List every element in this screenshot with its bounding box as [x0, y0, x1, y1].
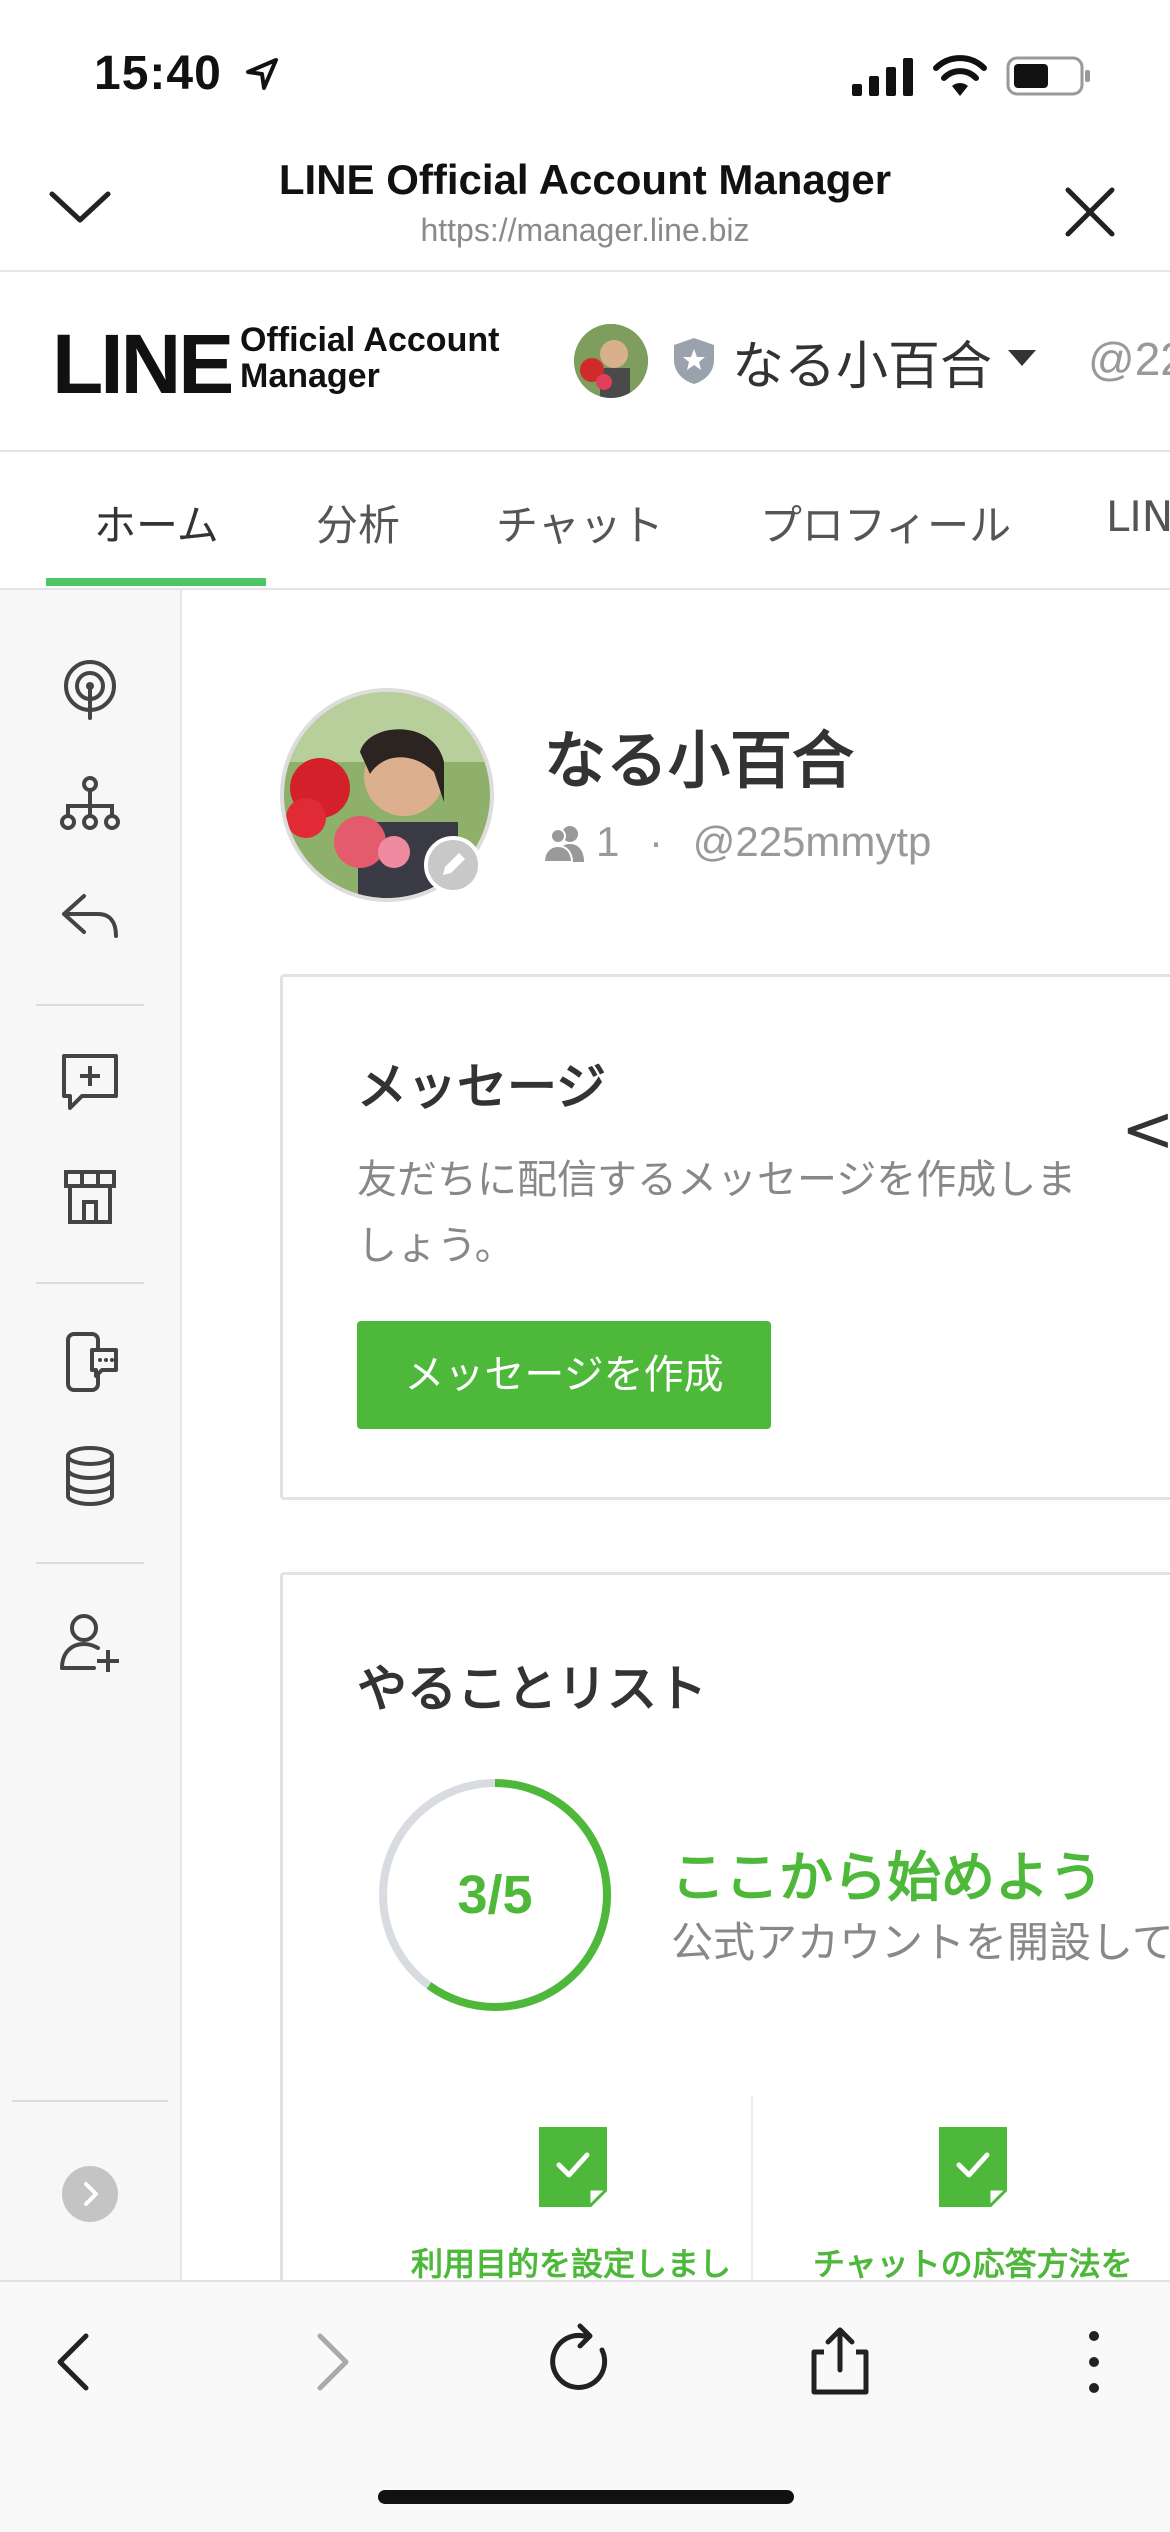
todo-card: やることリスト 3/5 ここから始めよう 公式アカウントを開設して 利用目的を設…	[280, 1572, 1170, 2280]
todo-item-divider	[751, 2095, 753, 2280]
todo-heading: ここから始めよう	[671, 1846, 1103, 1909]
add-friend-icon[interactable]	[58, 1610, 122, 1674]
edit-profile-button[interactable]	[424, 836, 482, 894]
phone-chat-icon[interactable]	[58, 1330, 122, 1394]
home-indicator	[378, 2490, 794, 2504]
tab-analytics[interactable]: 分析	[316, 492, 400, 553]
message-card-title: メッセージ	[357, 1058, 606, 1116]
close-icon[interactable]	[1054, 176, 1126, 248]
avatar-photo	[574, 324, 648, 398]
browser-header: LINE Official Account Manager https://ma…	[0, 140, 1170, 272]
active-tab-indicator	[46, 578, 266, 586]
sidebar-divider	[36, 1562, 144, 1564]
caret-down-icon[interactable]	[1008, 350, 1036, 366]
main-content: なる小百合 1 · @225mmytp メッセージ 友だちに配信するメッセージを…	[184, 592, 1170, 2280]
sidebar-divider	[12, 2100, 168, 2102]
tab-home[interactable]: ホーム	[94, 492, 219, 553]
database-icon[interactable]	[58, 1444, 122, 1508]
reload-icon[interactable]	[544, 2322, 624, 2402]
back-arrow-icon[interactable]	[36, 2322, 116, 2402]
app-header: LINE Official Account Manager なる小百合 @22	[0, 272, 1170, 452]
share-icon[interactable]	[800, 2322, 880, 2402]
forward-arrow-icon[interactable]	[290, 2322, 370, 2402]
progress-label: 3/5	[457, 1865, 533, 1925]
line-logo[interactable]: LINE	[52, 316, 234, 413]
sidebar-expand-button[interactable]	[62, 2166, 118, 2222]
sidebar	[0, 590, 182, 2280]
sidebar-divider	[36, 1282, 144, 1284]
pencil-icon	[443, 853, 465, 875]
message-card: メッセージ 友だちに配信するメッセージを作成しましょう。 メッセージを作成 <	[280, 974, 1170, 1500]
battery-icon	[1006, 56, 1090, 96]
reply-icon[interactable]	[58, 884, 122, 948]
carousel-arrow-peek[interactable]: <	[1121, 1093, 1170, 1167]
checked-document-icon[interactable]	[539, 2127, 607, 2207]
create-message-button[interactable]: メッセージを作成	[357, 1321, 771, 1429]
browser-url: https://manager.line.biz	[420, 212, 750, 248]
todo-item-purpose[interactable]: 利用目的を設定しまし	[411, 2239, 731, 2280]
tab-chat[interactable]: チャット	[496, 492, 664, 553]
chevron-right-icon	[84, 2182, 98, 2206]
friends-count: 1	[596, 818, 620, 865]
hierarchy-icon[interactable]	[58, 772, 122, 836]
tab-profile[interactable]: プロフィール	[760, 492, 1011, 553]
checked-document-icon[interactable]	[939, 2127, 1007, 2207]
wifi-icon	[933, 55, 987, 96]
shop-icon[interactable]	[58, 1164, 122, 1228]
broadcast-icon[interactable]	[58, 658, 122, 722]
message-card-description: 友だちに配信するメッセージを作成しましょう。	[357, 1157, 1077, 1269]
todo-card-title: やることリスト	[357, 1660, 707, 1718]
status-time: 15:40	[94, 47, 222, 100]
account-avatar[interactable]	[574, 324, 648, 398]
status-bar: 15:40	[0, 0, 1170, 140]
todo-subtext: 公式アカウントを開設して	[671, 1918, 1170, 1967]
todo-item-chat-response[interactable]: チャットの応答方法を	[813, 2239, 1133, 2280]
meta-separator: ·	[649, 818, 664, 865]
logo-subtitle: Official Account Manager	[240, 322, 499, 394]
profile-name: なる小百合	[544, 724, 855, 797]
profile-meta: 1 · @225mmytp	[544, 818, 931, 866]
location-arrow-icon	[246, 58, 278, 90]
tab-line-partial[interactable]: LIN	[1106, 492, 1170, 541]
browser-title: LINE Official Account Manager	[278, 156, 892, 203]
add-message-icon[interactable]	[58, 1050, 122, 1114]
shield-star-icon	[674, 338, 714, 384]
friends-icon	[544, 826, 584, 862]
more-options-icon[interactable]	[1054, 2322, 1134, 2402]
sidebar-divider	[36, 1004, 144, 1006]
account-switcher-name[interactable]: なる小百合	[732, 324, 992, 399]
cellular-signal-icon	[852, 58, 913, 96]
profile-account-id: @225mmytp	[692, 818, 932, 865]
header-account-id: @22	[1088, 333, 1170, 385]
main-tabs: ホーム 分析 チャット プロフィール LIN	[0, 452, 1170, 590]
logo-subtitle-line1: Official Account	[240, 321, 500, 359]
logo-subtitle-line2: Manager	[240, 357, 380, 395]
